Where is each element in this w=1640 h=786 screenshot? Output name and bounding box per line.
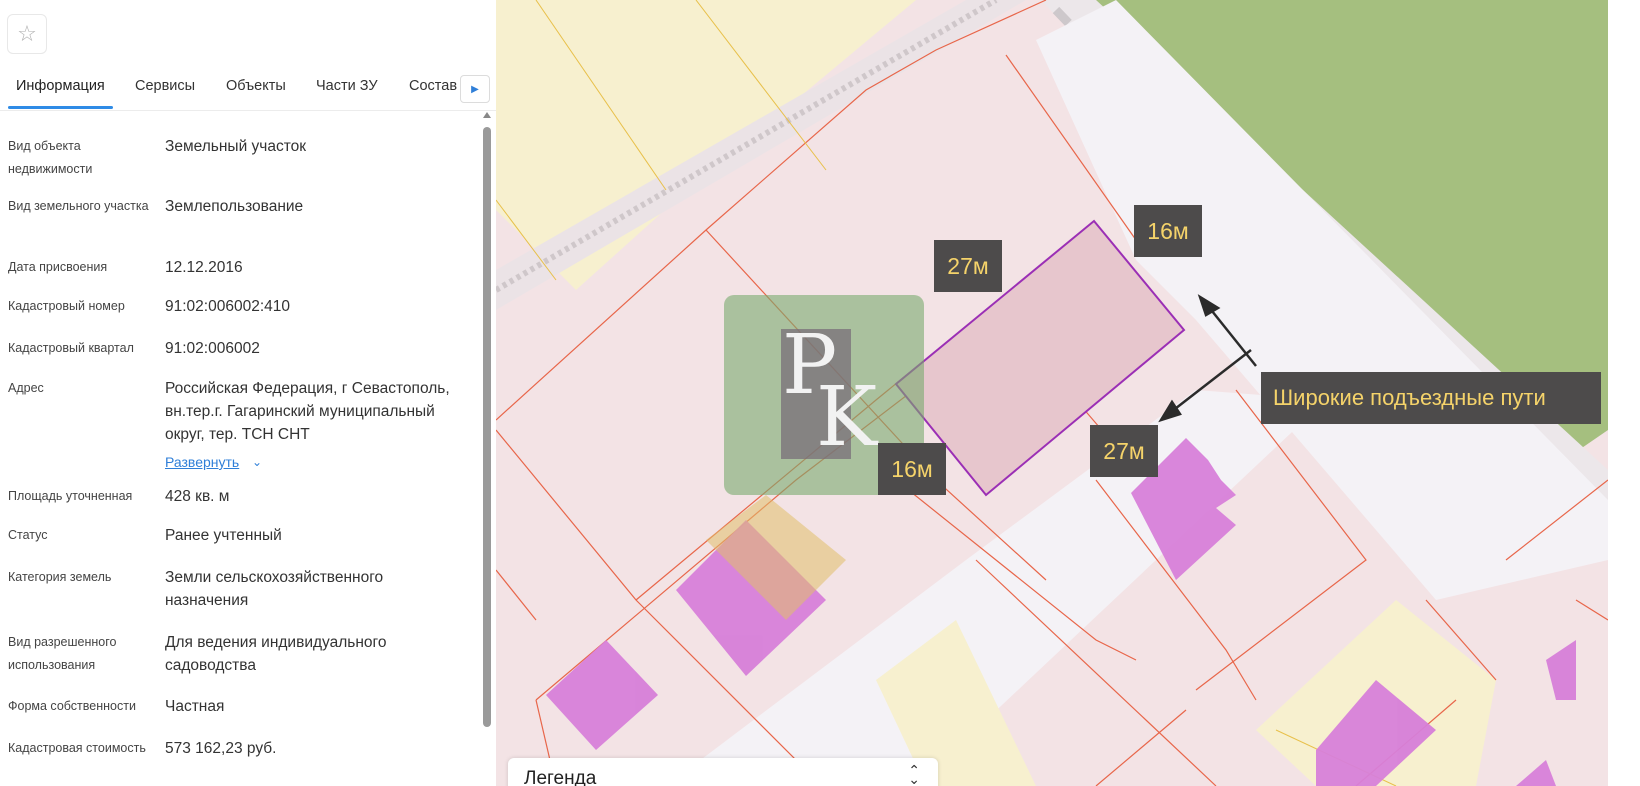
field-value: Землепользование	[165, 198, 304, 215]
field-label: Вид объекта недвижимости	[8, 139, 93, 176]
dimension-label-bottom-right: 27м	[1090, 425, 1158, 477]
dimension-label-top-right: 16м	[1134, 205, 1202, 257]
field-label: Кадастровый квартал	[8, 341, 134, 355]
tab-parts[interactable]: Части ЗУ	[316, 78, 378, 106]
field-label: Кадастровая стоимость	[8, 741, 146, 755]
field-value: Земельный участок	[165, 138, 307, 155]
field-label: Статус	[8, 528, 48, 542]
field-value: 573 162,23 руб.	[165, 740, 277, 757]
access-roads-callout: Широкие подъездные пути	[1261, 372, 1601, 424]
field-value: Земли сельскохозяйственного назначения	[165, 569, 384, 609]
field-value: Российская Федерация, г Севастополь, вн.…	[165, 380, 450, 443]
chevron-down-icon[interactable]: ⌄	[252, 452, 262, 472]
scroll-up-arrow[interactable]	[483, 112, 491, 118]
tabs-scroll-right-button[interactable]: ▶	[460, 75, 490, 103]
favorite-button[interactable]: ☆	[7, 14, 47, 54]
caret-right-icon: ▶	[471, 83, 479, 95]
field-label: Площадь уточненная	[8, 489, 133, 503]
dimension-label-bottom-left: 16м	[878, 443, 946, 495]
star-icon: ☆	[17, 21, 37, 46]
field-label: Вид земельного участка	[8, 199, 149, 213]
cadastral-map[interactable]: P K 27м 16м 27м 16м Широкие подъездные п…	[496, 0, 1608, 786]
field-label: Дата присвоения	[8, 260, 108, 274]
tab-information[interactable]: Информация	[8, 78, 113, 109]
field-label: Адрес	[8, 381, 44, 395]
tab-services[interactable]: Сервисы	[135, 78, 195, 106]
field-value: Для ведения индивидуального садоводства	[165, 634, 387, 674]
logo-letter-k: K	[816, 370, 878, 465]
right-margin	[1608, 0, 1640, 786]
expand-collapse-icon[interactable]: ⌃ ⌄	[908, 763, 920, 786]
legend-title: Легенда	[524, 768, 597, 786]
info-panel: ☆ Информация Сервисы Объекты Части ЗУ Со…	[0, 0, 496, 786]
expand-address-link[interactable]: Развернуть	[165, 452, 239, 472]
field-value: Частная	[165, 698, 225, 715]
scrollbar-thumb[interactable]	[483, 127, 491, 727]
legend-panel[interactable]: Легенда ⌃ ⌄	[508, 758, 938, 786]
field-label: Категория земель	[8, 570, 112, 584]
field-value: 91:02:006002	[165, 340, 260, 357]
field-value: Ранее учтенный	[165, 527, 282, 544]
field-value: 12.12.2016	[165, 259, 243, 276]
field-value: 91:02:006002:410	[165, 298, 290, 315]
field-label: Вид разрешенного использования	[8, 635, 117, 672]
tab-bar: Информация Сервисы Объекты Части ЗУ Сост…	[0, 70, 496, 111]
field-label: Кадастровый номер	[8, 299, 125, 313]
dimension-label-top-left: 27м	[934, 240, 1002, 292]
field-label: Форма собственности	[8, 699, 136, 713]
tab-objects[interactable]: Объекты	[226, 78, 286, 106]
tab-composition[interactable]: Состав	[409, 78, 457, 106]
field-value: 428 кв. м	[165, 488, 230, 505]
